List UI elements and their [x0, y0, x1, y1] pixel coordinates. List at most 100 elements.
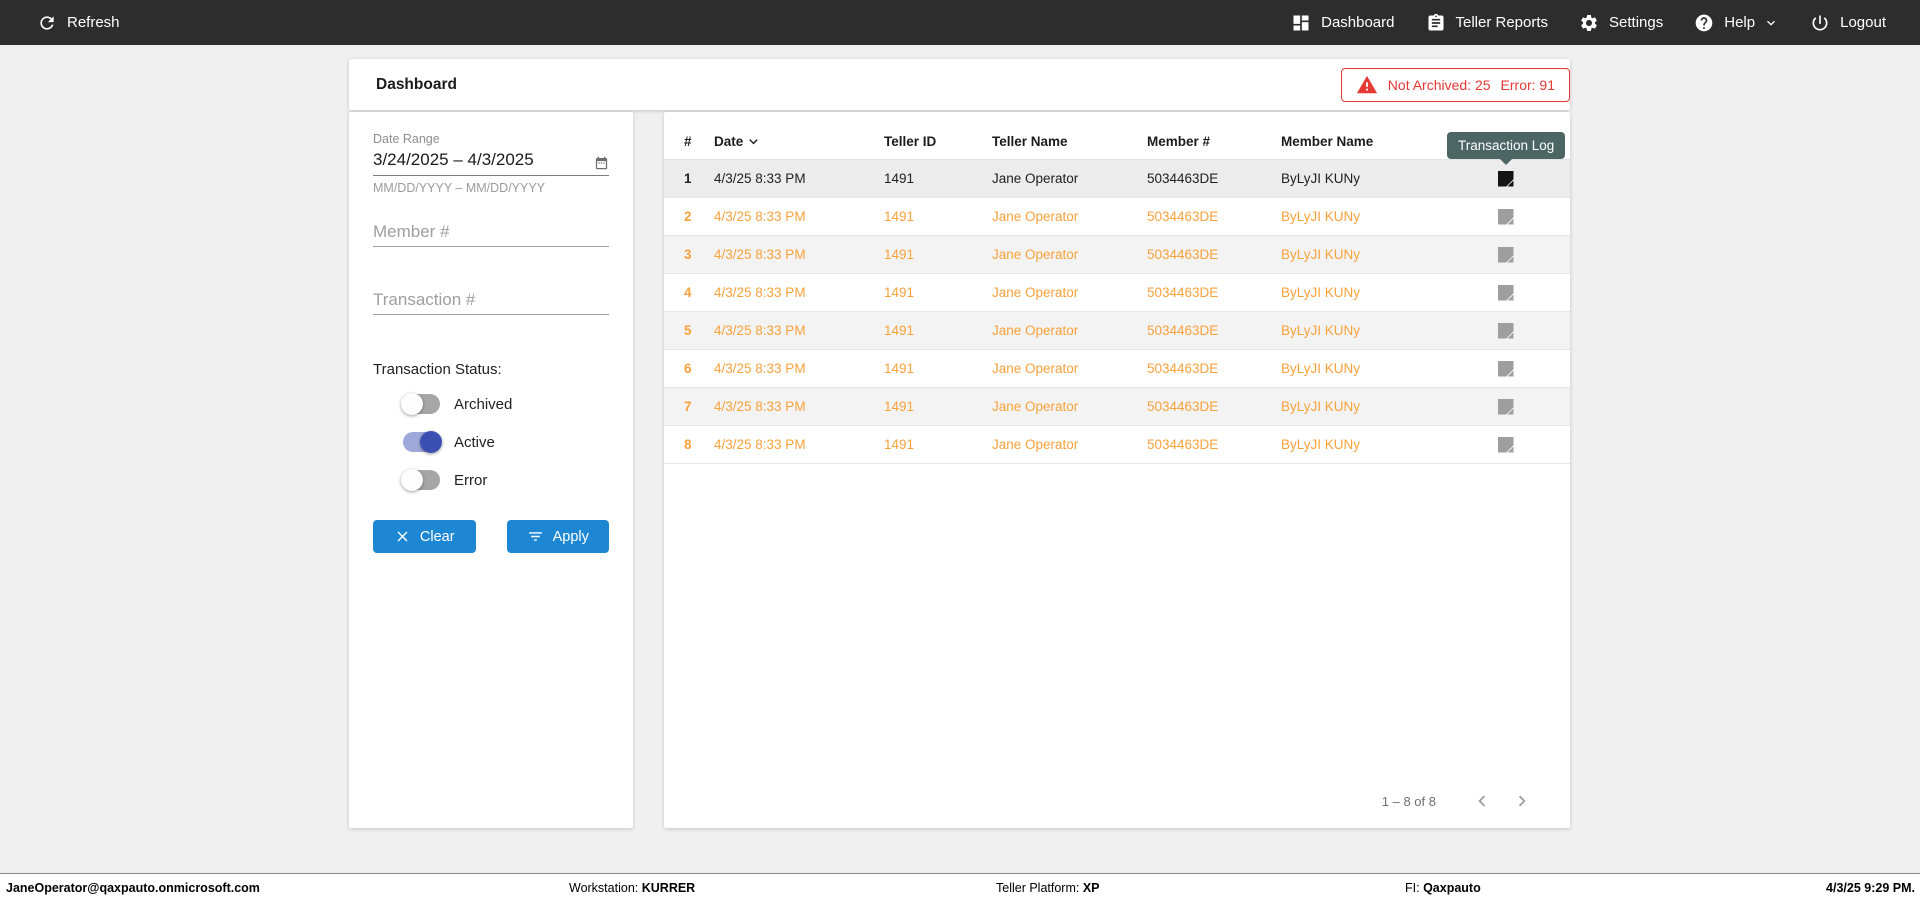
transaction-log-icon[interactable] [1497, 360, 1514, 377]
row-date: 4/3/25 8:33 PM [714, 437, 806, 452]
row-member-name: ByLyJI KUNy [1281, 437, 1361, 452]
title-bar: Dashboard Not Archived: 25 Error: 91 [349, 59, 1570, 110]
workstation-info: Workstation: KURRER [569, 880, 696, 895]
error-switch[interactable] [401, 469, 440, 491]
table-body: 1 4/3/25 8:33 PM 1491 Jane Operator 5034… [664, 160, 1570, 464]
column-header-number: # [684, 134, 692, 149]
nav-dashboard[interactable]: Dashboard [1291, 13, 1395, 33]
table-row: 2 4/3/25 8:33 PM 1491 Jane Operator 5034… [664, 198, 1570, 236]
paginator: 1 – 8 of 8 [1382, 788, 1542, 814]
row-member-name: ByLyJI KUNy [1281, 285, 1361, 300]
row-member-name: ByLyJI KUNy [1281, 399, 1361, 414]
transaction-log-icon[interactable] [1497, 398, 1514, 415]
tooltip-caret [1499, 158, 1514, 165]
refresh-button[interactable]: Refresh [37, 13, 120, 33]
row-date: 4/3/25 8:33 PM [714, 171, 806, 186]
column-header-date[interactable]: Date [714, 133, 884, 150]
filter-panel: Date Range MM/DD/YYYY – MM/DD/YYYY Trans… [349, 112, 633, 828]
toggle-active[interactable]: Active [403, 430, 609, 454]
row-member-number: 5034463DE [1147, 209, 1219, 224]
row-date: 4/3/25 8:33 PM [714, 399, 806, 414]
member-number-input[interactable] [373, 217, 609, 247]
row-teller-name: Jane Operator [992, 437, 1079, 452]
table-row: 8 4/3/25 8:33 PM 1491 Jane Operator 5034… [664, 426, 1570, 464]
archived-switch[interactable] [401, 393, 440, 415]
clear-button[interactable]: Clear [373, 520, 476, 553]
row-member-number: 5034463DE [1147, 437, 1219, 452]
top-navigation-bar: Refresh Dashboard Teller Reports Setting… [0, 0, 1920, 45]
row-number: 7 [684, 399, 692, 414]
apply-button[interactable]: Apply [506, 520, 609, 553]
previous-page-button[interactable] [1462, 788, 1502, 814]
date-range-hint: MM/DD/YYYY – MM/DD/YYYY [373, 181, 546, 195]
row-number: 1 [684, 171, 692, 186]
row-date: 4/3/25 8:33 PM [714, 247, 806, 262]
column-header-teller-id: Teller ID [884, 134, 937, 149]
row-member-name: ByLyJI KUNy [1281, 323, 1361, 338]
nav-help[interactable]: Help [1694, 13, 1779, 33]
nav-teller-reports[interactable]: Teller Reports [1426, 13, 1548, 33]
transactions-table-card: # Date Teller ID Teller Name Member # Me… [664, 112, 1570, 828]
transaction-log-icon[interactable] [1497, 246, 1514, 263]
row-member-name: ByLyJI KUNy [1281, 361, 1361, 376]
nav-help-label: Help [1724, 14, 1756, 31]
clear-button-label: Clear [419, 528, 455, 545]
toggle-error-label: Error [454, 471, 488, 489]
toggle-archived[interactable]: Archived [401, 392, 609, 416]
toggle-error[interactable]: Error [401, 468, 609, 492]
date-range-label: Date Range [373, 132, 440, 146]
transaction-log-icon[interactable] [1497, 436, 1514, 453]
calendar-icon[interactable] [594, 154, 609, 172]
user-email: JaneOperator@qaxpauto.onmicrosoft.com [6, 880, 260, 895]
row-teller-id: 1491 [884, 285, 915, 300]
table-row: 7 4/3/25 8:33 PM 1491 Jane Operator 5034… [664, 388, 1570, 426]
nav-dashboard-label: Dashboard [1321, 14, 1395, 31]
transaction-number-input[interactable] [373, 285, 609, 315]
row-teller-name: Jane Operator [992, 399, 1079, 414]
column-header-teller-name: Teller Name [992, 134, 1068, 149]
transaction-log-tooltip: Transaction Log [1447, 132, 1566, 165]
dashboard-icon [1293, 15, 1309, 30]
row-number: 4 [684, 285, 692, 300]
not-archived-count: Not Archived: 25 [1387, 76, 1491, 93]
page-title: Dashboard [376, 75, 457, 93]
sort-desc-icon [749, 139, 759, 145]
date-range-input[interactable] [373, 148, 594, 172]
switch-thumb [420, 431, 442, 453]
row-number: 6 [684, 361, 692, 376]
row-number: 3 [684, 247, 692, 262]
refresh-label: Refresh [67, 14, 120, 31]
nav-settings-label: Settings [1609, 14, 1664, 31]
transaction-log-icon[interactable] [1497, 208, 1514, 225]
row-date: 4/3/25 8:33 PM [714, 285, 806, 300]
transaction-log-icon[interactable] [1497, 284, 1514, 301]
help-icon [1695, 14, 1713, 31]
refresh-icon [40, 15, 54, 30]
row-teller-id: 1491 [884, 437, 915, 452]
filter-icon [528, 532, 542, 541]
nav-logout[interactable]: Logout [1810, 13, 1886, 33]
pagination-range: 1 – 8 of 8 [1381, 793, 1436, 809]
row-teller-id: 1491 [884, 247, 915, 262]
transaction-log-icon[interactable] [1497, 170, 1514, 187]
row-teller-name: Jane Operator [992, 323, 1079, 338]
chevron-right-icon [1518, 795, 1526, 807]
nav-settings[interactable]: Settings [1579, 13, 1663, 33]
table-header-row: # Date Teller ID Teller Name Member # Me… [664, 112, 1570, 160]
active-switch[interactable] [403, 431, 442, 453]
switch-thumb [401, 393, 423, 415]
row-date: 4/3/25 8:33 PM [714, 323, 806, 338]
row-teller-id: 1491 [884, 323, 915, 338]
transaction-log-icon[interactable] [1497, 322, 1514, 339]
switch-thumb [401, 469, 423, 491]
row-member-number: 5034463DE [1147, 323, 1219, 338]
next-page-button[interactable] [1502, 788, 1542, 814]
row-number: 8 [684, 437, 692, 452]
row-member-number: 5034463DE [1147, 399, 1219, 414]
row-member-name: ByLyJI KUNy [1281, 247, 1361, 262]
chevron-left-icon [1478, 795, 1486, 807]
row-member-number: 5034463DE [1147, 247, 1219, 262]
toggle-archived-label: Archived [454, 395, 513, 413]
row-teller-name: Jane Operator [992, 209, 1079, 224]
close-icon [397, 531, 408, 542]
